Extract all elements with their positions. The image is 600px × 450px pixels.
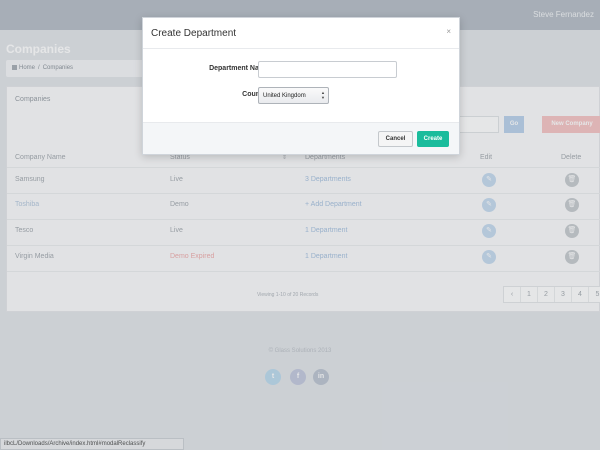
department-name-input[interactable] [258, 61, 397, 78]
modal-body: Department Name Country United Kingdom ▲… [143, 50, 459, 122]
modal-footer: Cancel Create [143, 122, 459, 154]
department-name-label: Department Name [209, 65, 269, 72]
select-arrows-icon: ▲ ▼ [321, 90, 325, 100]
cancel-button[interactable]: Cancel [378, 131, 413, 147]
modal-header: Create Department × [143, 18, 459, 49]
modal-title: Create Department [151, 28, 237, 39]
country-selected-value: United Kingdom [263, 93, 306, 99]
country-select[interactable]: United Kingdom ▲ ▼ [258, 87, 329, 104]
country-label: Country [242, 91, 269, 98]
close-icon[interactable]: × [446, 27, 451, 36]
create-button[interactable]: Create [417, 131, 449, 147]
create-department-modal: Create Department × Department Name Coun… [142, 17, 460, 155]
